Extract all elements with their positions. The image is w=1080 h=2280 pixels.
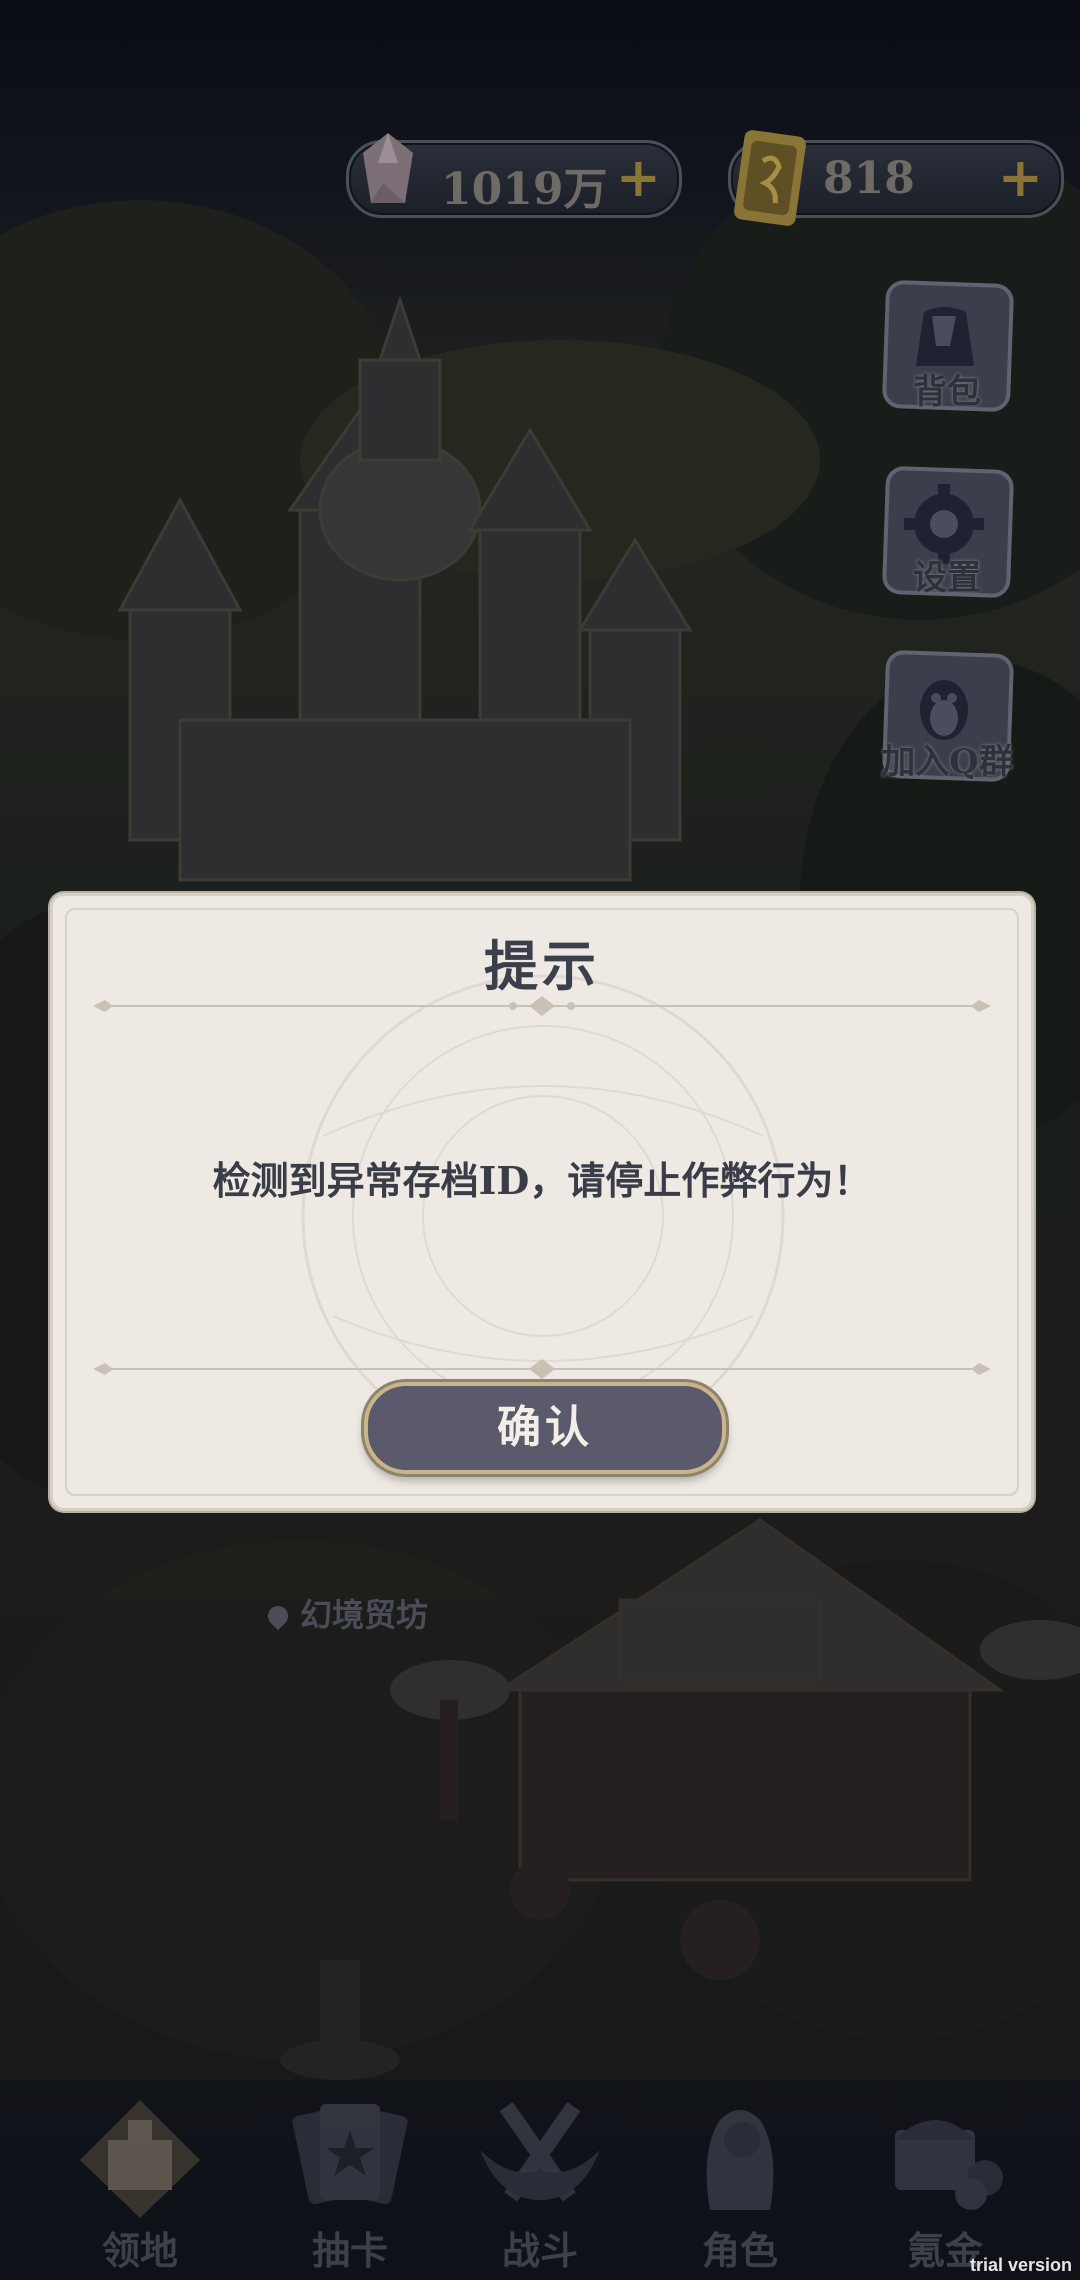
bottom-navigation: 领地 抽卡 战斗 角色 氪金 [0,2080,1080,2280]
dialog-message: 检测到异常存档ID，请停止作弊行为！ [212,1158,872,1203]
character-icon [706,2110,774,2210]
ticket-icon [734,130,806,226]
backpack-button[interactable]: 背包 [881,279,1015,413]
location-pin-icon [263,1601,293,1631]
trial-version-watermark: trial version [969,2255,1072,2275]
bottom-divider [93,1359,991,1379]
location-label[interactable]: 幻境贸坊 [263,1590,429,1636]
crossed-swords-icon [480,2102,600,2202]
title-divider [93,996,991,1016]
ticket-amount: 818 [823,153,915,204]
nav-gacha[interactable]: 抽卡 [265,2090,435,2280]
nav-shop[interactable]: 氪金 [860,2090,1030,2280]
nav-battle[interactable]: 战斗 [455,2090,625,2280]
confirm-button[interactable]: 确认 [364,1382,726,1474]
crystal-amount: 1019万 [441,164,608,215]
nav-territory[interactable]: 领地 [55,2090,225,2280]
join-qq-group-label: 加入Q群 [881,742,1013,782]
crystal-icon [363,133,413,203]
ticket-currency-bar[interactable]: 818 + [728,130,1064,226]
nav-gacha-label: 抽卡 [311,2228,388,2273]
settings-label: 设置 [913,558,981,598]
join-qq-group-button[interactable]: 加入Q群 [881,649,1015,783]
treasure-chest-icon [895,2120,1003,2210]
nav-battle-label: 战斗 [501,2228,578,2273]
backpack-label: 背包 [913,372,981,412]
crystal-currency-bar[interactable]: 1019万 + [346,133,682,218]
card-icon [292,2104,408,2205]
settings-button[interactable]: 设置 [881,465,1015,599]
location-name: 幻境贸坊 [300,1596,429,1634]
add-crystal-button[interactable]: + [616,145,661,209]
nav-character-label: 角色 [701,2228,778,2273]
nav-territory-label: 领地 [101,2228,178,2273]
castle-icon [80,2100,200,2218]
dialog-title: 提示 [484,934,600,998]
alert-dialog: 提示 检测到异常存档ID，请停止作弊行为！ 确认 [50,893,1034,1511]
nav-character[interactable]: 角色 [655,2090,825,2280]
add-ticket-button[interactable]: + [998,145,1043,209]
